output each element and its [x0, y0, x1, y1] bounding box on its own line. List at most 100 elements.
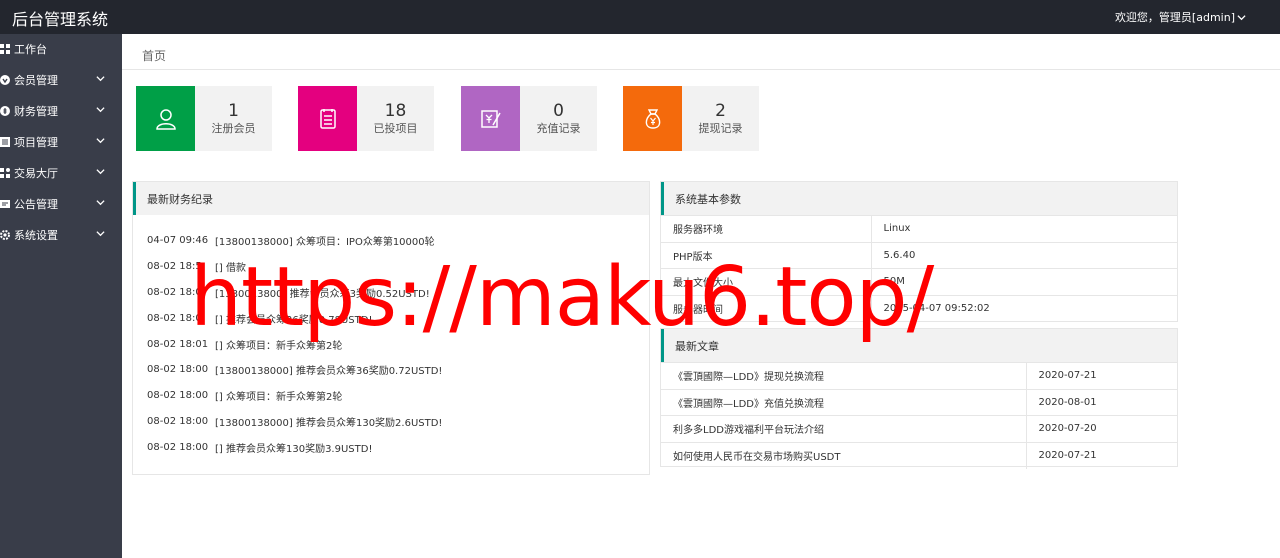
- finance-records-panel: 最新财务纪录 04-07 09:46 [13800138000] 众筹项目：IPO…: [132, 181, 650, 475]
- table-row[interactable]: 如何使用人民币在交易市场购买USDT 2020-07-21: [661, 441, 1177, 469]
- notice-icon: [0, 199, 10, 209]
- app-title: 后台管理系统: [12, 10, 109, 29]
- stat-icon-box: [623, 86, 682, 151]
- param-key: PHP版本: [661, 241, 871, 269]
- record-time: 08-02 18:00: [147, 415, 209, 427]
- stat-label: 充值记录: [536, 122, 581, 135]
- chevron-down-icon: [96, 169, 105, 175]
- record-text: [13800138000] 推荐会员众筹130奖励2.6USTD!: [215, 417, 443, 429]
- sidebar-item-label: 财务管理: [14, 104, 58, 118]
- record-time: 08-02 18:0: [147, 286, 202, 298]
- table-row: 服务器时间 2025-04-07 09:52:02: [661, 294, 1177, 322]
- money-icon: [0, 105, 10, 116]
- panel-title: 最新财务纪录: [133, 182, 649, 215]
- sidebar: 工作台 会员管理 财务管理 项目管理 交易大厅 公告管理 系统设置: [0, 34, 122, 558]
- record-text: [13800138000] 推荐会员众筹36奖励0.72USTD!: [215, 366, 443, 378]
- chevron-down-icon: [96, 138, 105, 144]
- user-menu[interactable]: 欢迎您，管理员[admin]: [1115, 9, 1246, 25]
- record-text: [] 众筹项目：新手众筹第2轮: [215, 340, 343, 352]
- sidebar-item-dashboard[interactable]: 工作台: [0, 34, 122, 64]
- record-time: 08-02 18:5: [147, 261, 202, 273]
- list-icon: [0, 136, 10, 147]
- sidebar-item-projects[interactable]: 项目管理: [0, 126, 122, 157]
- record-text: [1380013800] 推荐会员众筹3奖励0.52USTD!: [215, 288, 430, 300]
- stat-value: 0: [553, 101, 564, 121]
- table-row[interactable]: 《雲頂國際—LDD》提现兑换流程 2020-07-21: [661, 362, 1177, 389]
- list-item: 08-02 18:0 [] 推荐会员众筹26奖励0.78USTD!: [133, 305, 649, 331]
- breadcrumb-home-link[interactable]: 首页: [142, 47, 166, 64]
- list-item: 08-02 18:00 [13800138000] 推荐会员众筹130奖励2.6U…: [133, 409, 649, 435]
- user-icon: [155, 108, 176, 130]
- dashboard-icon: [0, 44, 10, 54]
- table-row: 服务器环境 Linux: [661, 215, 1177, 242]
- list-item: 08-02 18:5 [] 借款: [133, 254, 649, 280]
- grid-icon: [0, 167, 10, 178]
- sidebar-item-notices[interactable]: 公告管理: [0, 188, 122, 219]
- chevron-down-icon: [96, 200, 105, 206]
- stat-icon-box: [298, 86, 357, 151]
- list-item: 08-02 18:0 [1380013800] 推荐会员众筹3奖励0.52USTD…: [133, 280, 649, 306]
- param-value: 50M: [870, 268, 1177, 295]
- stat-card-withdraw[interactable]: 2 提现记录: [623, 86, 759, 151]
- table-row[interactable]: 利多多LDD游戏福利平台玩法介绍 2020-07-20: [661, 415, 1177, 442]
- stat-icon-box: [136, 86, 195, 151]
- list-item: 08-02 18:01 [] 众筹项目：新手众筹第2轮: [133, 331, 649, 357]
- record-text: [] 借款: [215, 263, 246, 275]
- record-text: [13800138000] 众筹项目：IPO众筹第10000轮: [215, 237, 435, 249]
- stat-card-projects[interactable]: 18 已投项目: [298, 86, 434, 151]
- record-time: 08-02 18:00: [147, 364, 209, 376]
- article-date: 2020-08-01: [1025, 388, 1177, 416]
- heart-icon: [0, 74, 10, 85]
- panel-title: 最新文章: [661, 329, 1177, 362]
- sidebar-item-members[interactable]: 会员管理: [0, 64, 122, 95]
- chevron-down-icon: [96, 231, 105, 237]
- param-key: 服务器时间: [661, 294, 871, 322]
- stat-label: 注册会员: [211, 122, 256, 135]
- param-value: 2025-04-07 09:52:02: [870, 294, 1177, 322]
- panel-title: 系统基本参数: [661, 182, 1177, 215]
- param-value: 5.6.40: [870, 241, 1177, 269]
- stat-card-members[interactable]: 1 注册会员: [136, 86, 272, 151]
- record-text: [] 众筹项目：新手众筹第2轮: [215, 392, 343, 404]
- stat-icon-box: [461, 86, 520, 151]
- finance-record-list: 04-07 09:46 [13800138000] 众筹项目：IPO众筹第1000…: [133, 215, 649, 460]
- article-title-link[interactable]: 利多多LDD游戏福利平台玩法介绍: [661, 415, 1026, 442]
- chevron-down-icon: [1237, 14, 1246, 20]
- list-item: 08-02 18:00 [] 推荐会员众筹130奖励3.9USTD!: [133, 434, 649, 460]
- list-item: 08-02 18:00 [13800138000] 推荐会员众筹36奖励0.72U…: [133, 357, 649, 383]
- param-key: 最大文件大小: [661, 268, 871, 295]
- sidebar-item-label: 会员管理: [14, 73, 58, 87]
- sidebar-item-label: 交易大厅: [14, 166, 58, 180]
- stat-value: 18: [384, 101, 407, 121]
- sidebar-item-trading[interactable]: 交易大厅: [0, 157, 122, 188]
- record-time: 08-02 18:00: [147, 441, 209, 453]
- stat-label: 提现记录: [698, 122, 743, 135]
- article-title-link[interactable]: 如何使用人民币在交易市场购买USDT: [661, 441, 1026, 469]
- record-time: 08-02 18:0: [147, 312, 202, 324]
- stat-label: 已投项目: [373, 122, 418, 135]
- param-key: 服务器环境: [661, 215, 871, 242]
- stat-card-recharge[interactable]: 0 充值记录: [461, 86, 597, 151]
- stat-value: 1: [228, 101, 239, 121]
- article-title-link[interactable]: 《雲頂國際—LDD》充值兑换流程: [661, 388, 1026, 416]
- latest-articles-panel: 最新文章 《雲頂國際—LDD》提现兑换流程 2020-07-21 《雲頂國際—LD…: [660, 328, 1178, 469]
- article-date: 2020-07-20: [1025, 415, 1177, 442]
- table-row: 最大文件大小 50M: [661, 268, 1177, 295]
- param-value: Linux: [870, 215, 1177, 242]
- article-date: 2020-07-21: [1025, 441, 1177, 469]
- sidebar-item-finance[interactable]: 财务管理: [0, 95, 122, 126]
- record-time: 04-07 09:46: [147, 235, 209, 247]
- sidebar-item-settings[interactable]: 系统设置: [0, 219, 122, 250]
- system-params-table: 服务器环境 Linux PHP版本 5.6.40 最大文件大小 50M 服务器时间 20…: [661, 215, 1177, 322]
- list-item: 04-07 09:46 [13800138000] 众筹项目：IPO众筹第1000…: [133, 228, 649, 254]
- user-welcome-label: 欢迎您，管理员[admin]: [1114, 11, 1235, 24]
- article-date: 2020-07-21: [1025, 362, 1177, 389]
- top-header: 后台管理系统 欢迎您，管理员[admin]: [0, 0, 1280, 34]
- record-time: 08-02 18:00: [147, 390, 209, 402]
- sidebar-item-label: 公告管理: [14, 197, 58, 211]
- article-title-link[interactable]: 《雲頂國際—LDD》提现兑换流程: [661, 362, 1026, 389]
- table-row[interactable]: 《雲頂國際—LDD》充值兑换流程 2020-08-01: [661, 388, 1177, 416]
- list-item: 08-02 18:00 [] 众筹项目：新手众筹第2轮: [133, 383, 649, 409]
- document-icon: [319, 108, 336, 129]
- breadcrumb: 首页: [122, 34, 1280, 70]
